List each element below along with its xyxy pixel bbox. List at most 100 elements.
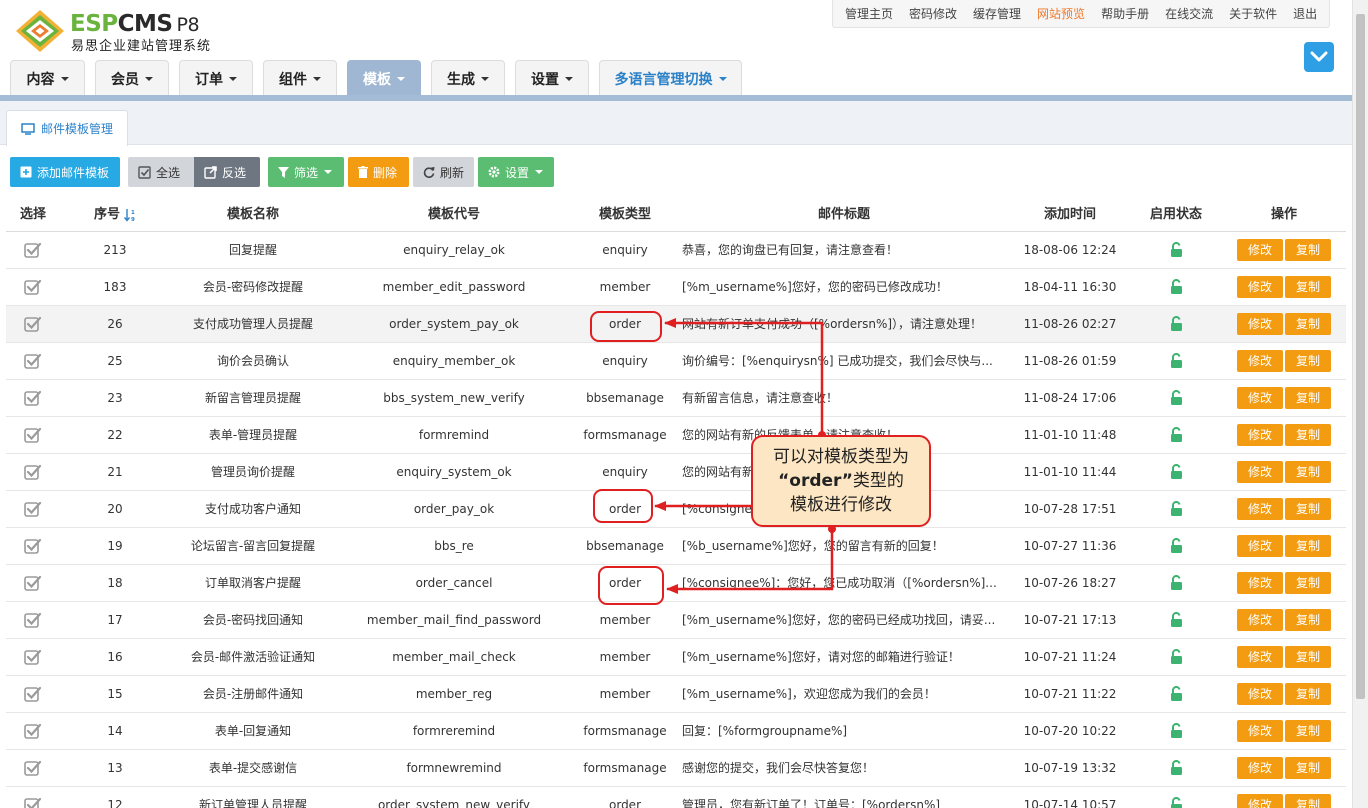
col-header-id[interactable]: 序号 1 9 [60,195,170,232]
edit-button[interactable]: 修改 [1237,534,1283,557]
checkbox-icon[interactable] [24,760,42,776]
filter-button[interactable]: 筛选 [268,157,344,187]
copy-button[interactable]: 复制 [1285,682,1331,705]
checkbox-icon[interactable] [24,538,42,554]
scrollbar-thumb[interactable] [1356,14,1365,699]
toplink-cache[interactable]: 缓存管理 [965,5,1029,22]
copy-button[interactable]: 复制 [1285,497,1331,520]
table-row[interactable]: 14 表单-回复通知 formreremind formsmanage 回复：[%for… [6,712,1346,750]
checkbox-icon[interactable] [24,427,42,443]
edit-button[interactable]: 修改 [1237,719,1283,742]
unlock-icon[interactable] [1170,722,1183,738]
table-row[interactable]: 18 订单取消客户提醒 order_cancel order [%consignee%]… [6,564,1346,602]
checkbox-icon[interactable] [24,501,42,517]
unlock-icon[interactable] [1170,315,1183,331]
copy-button[interactable]: 复制 [1285,275,1331,298]
unlock-icon[interactable] [1170,611,1183,627]
unlock-icon[interactable] [1170,426,1183,442]
table-row[interactable]: 25 询价会员确认 enquiry_member_ok enquiry 询价编号：[%e… [6,342,1346,380]
unlock-icon[interactable] [1170,278,1183,294]
checkbox-icon[interactable] [24,612,42,628]
select-all-button[interactable]: 全选 [128,157,194,187]
checkbox-icon[interactable] [24,575,42,591]
toplink-about[interactable]: 关于软件 [1221,5,1285,22]
copy-button[interactable]: 复制 [1285,460,1331,483]
unlock-icon[interactable] [1170,389,1183,405]
nav-tab-member[interactable]: 会员 [95,60,169,96]
edit-button[interactable]: 修改 [1237,571,1283,594]
toplink-preview-site[interactable]: 网站预览 [1029,5,1093,22]
collapse-header-button[interactable] [1304,42,1334,72]
table-row[interactable]: 12 新订单管理人员提醒 order_system_new_verify order 管… [6,786,1346,808]
edit-button[interactable]: 修改 [1237,756,1283,779]
unlock-icon[interactable] [1170,685,1183,701]
settings-button[interactable]: 设置 [478,157,554,187]
nav-tab-language-switch[interactable]: 多语言管理切换 [599,60,742,96]
unlock-icon[interactable] [1170,352,1183,368]
unlock-icon[interactable] [1170,759,1183,775]
toplink-logout[interactable]: 退出 [1285,5,1325,22]
table-row[interactable]: 21管理员询价提醒enquiry_system_okenquiry您的网站有新的… [6,453,1346,491]
table-row[interactable]: 20支付成功客户通知order_pay_okorder[%consignee%]… [6,490,1346,528]
nav-tab-template[interactable]: 模板 [347,60,421,96]
edit-button[interactable]: 修改 [1237,460,1283,483]
edit-button[interactable]: 修改 [1237,423,1283,446]
edit-button[interactable]: 修改 [1237,645,1283,668]
toplink-admin-home[interactable]: 管理主页 [837,5,901,22]
copy-button[interactable]: 复制 [1285,238,1331,261]
edit-button[interactable]: 修改 [1237,275,1283,298]
nav-tab-generate[interactable]: 生成 [431,60,505,96]
checkbox-icon[interactable] [24,242,42,258]
table-row[interactable]: 16 会员-邮件激活验证通知 member_mail_check member [%m_… [6,638,1346,676]
delete-button[interactable]: 删除 [348,157,409,187]
unlock-icon[interactable] [1170,463,1183,479]
checkbox-icon[interactable] [24,279,42,295]
unlock-icon[interactable] [1170,574,1183,590]
edit-button[interactable]: 修改 [1237,349,1283,372]
add-mail-template-button[interactable]: 添加邮件模板 [10,157,120,187]
unlock-icon[interactable] [1170,500,1183,516]
nav-tab-component[interactable]: 组件 [263,60,337,96]
espcms-logo[interactable]: ESPCMS P8 易思企业建站管理系统 [14,8,234,54]
copy-button[interactable]: 复制 [1285,793,1331,808]
copy-button[interactable]: 复制 [1285,645,1331,668]
toplink-change-password[interactable]: 密码修改 [901,5,965,22]
toplink-online-chat[interactable]: 在线交流 [1157,5,1221,22]
table-row[interactable]: 13 表单-提交感谢信 formnewremind formsmanage 感谢您的提交… [6,749,1346,787]
table-row[interactable]: 23 新留言管理员提醒 bbs_system_new_verify bbsemanag… [6,379,1346,417]
table-row[interactable]: 26 支付成功管理人员提醒 order_system_pay_ok order 网站有新… [6,305,1346,343]
invert-selection-button[interactable]: 反选 [194,157,260,187]
copy-button[interactable]: 复制 [1285,608,1331,631]
checkbox-icon[interactable] [24,649,42,665]
copy-button[interactable]: 复制 [1285,571,1331,594]
edit-button[interactable]: 修改 [1237,497,1283,520]
edit-button[interactable]: 修改 [1237,608,1283,631]
unlock-icon[interactable] [1170,241,1183,257]
table-row[interactable]: 17 会员-密码找回通知 member_mail_find_password memb… [6,601,1346,639]
copy-button[interactable]: 复制 [1285,756,1331,779]
edit-button[interactable]: 修改 [1237,312,1283,335]
copy-button[interactable]: 复制 [1285,312,1331,335]
copy-button[interactable]: 复制 [1285,386,1331,409]
table-row[interactable]: 183 会员-密码修改提醒 member_edit_password member [%… [6,268,1346,306]
checkbox-icon[interactable] [24,316,42,332]
edit-button[interactable]: 修改 [1237,793,1283,808]
unlock-icon[interactable] [1170,537,1183,553]
table-row[interactable]: 19 论坛留言-留言回复提醒 bbs_re bbsemanage [%b_usernam… [6,527,1346,565]
edit-button[interactable]: 修改 [1237,386,1283,409]
table-row[interactable]: 22表单-管理员提醒formremindformsmanage您的网站有新的反馈… [6,416,1346,454]
tab-mail-template-manage[interactable]: 邮件模板管理 [6,110,129,146]
nav-tab-settings[interactable]: 设置 [515,60,589,96]
table-row[interactable]: 15 会员-注册邮件通知 member_reg member [%m_username%… [6,675,1346,713]
nav-tab-order[interactable]: 订单 [179,60,253,96]
checkbox-icon[interactable] [24,797,42,808]
unlock-icon[interactable] [1170,796,1183,808]
toplink-help[interactable]: 帮助手册 [1093,5,1157,22]
copy-button[interactable]: 复制 [1285,349,1331,372]
vertical-scrollbar[interactable] [1352,0,1368,808]
checkbox-icon[interactable] [24,686,42,702]
copy-button[interactable]: 复制 [1285,719,1331,742]
edit-button[interactable]: 修改 [1237,238,1283,261]
copy-button[interactable]: 复制 [1285,423,1331,446]
checkbox-icon[interactable] [24,390,42,406]
